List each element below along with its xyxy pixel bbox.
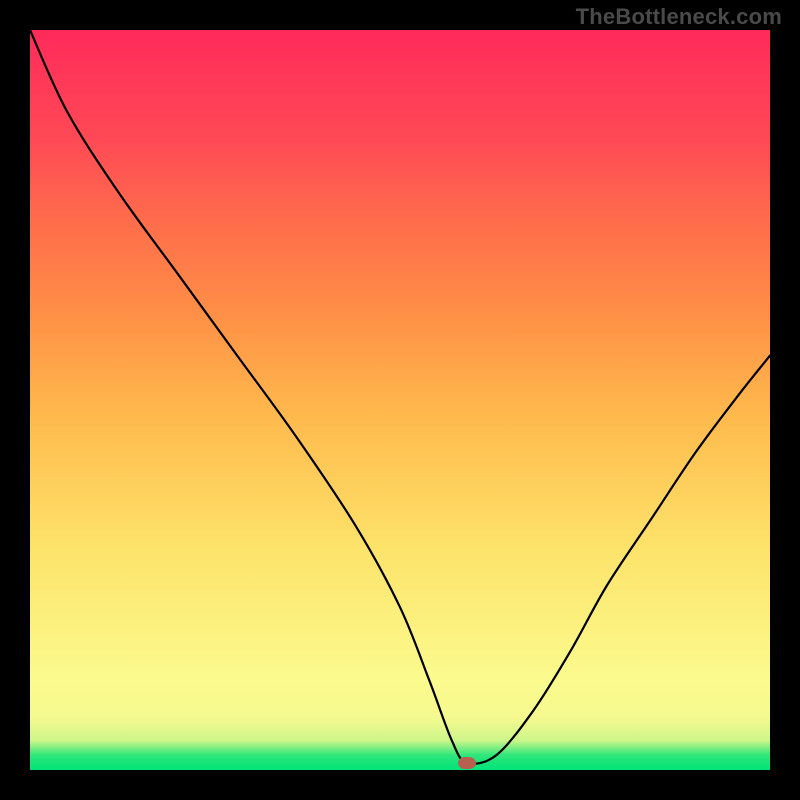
optimal-marker [458, 757, 476, 769]
bottleneck-curve [30, 30, 770, 770]
curve-path [30, 30, 770, 764]
watermark-text: TheBottleneck.com [576, 4, 782, 30]
chart-frame: TheBottleneck.com [0, 0, 800, 800]
plot-area [30, 30, 770, 770]
